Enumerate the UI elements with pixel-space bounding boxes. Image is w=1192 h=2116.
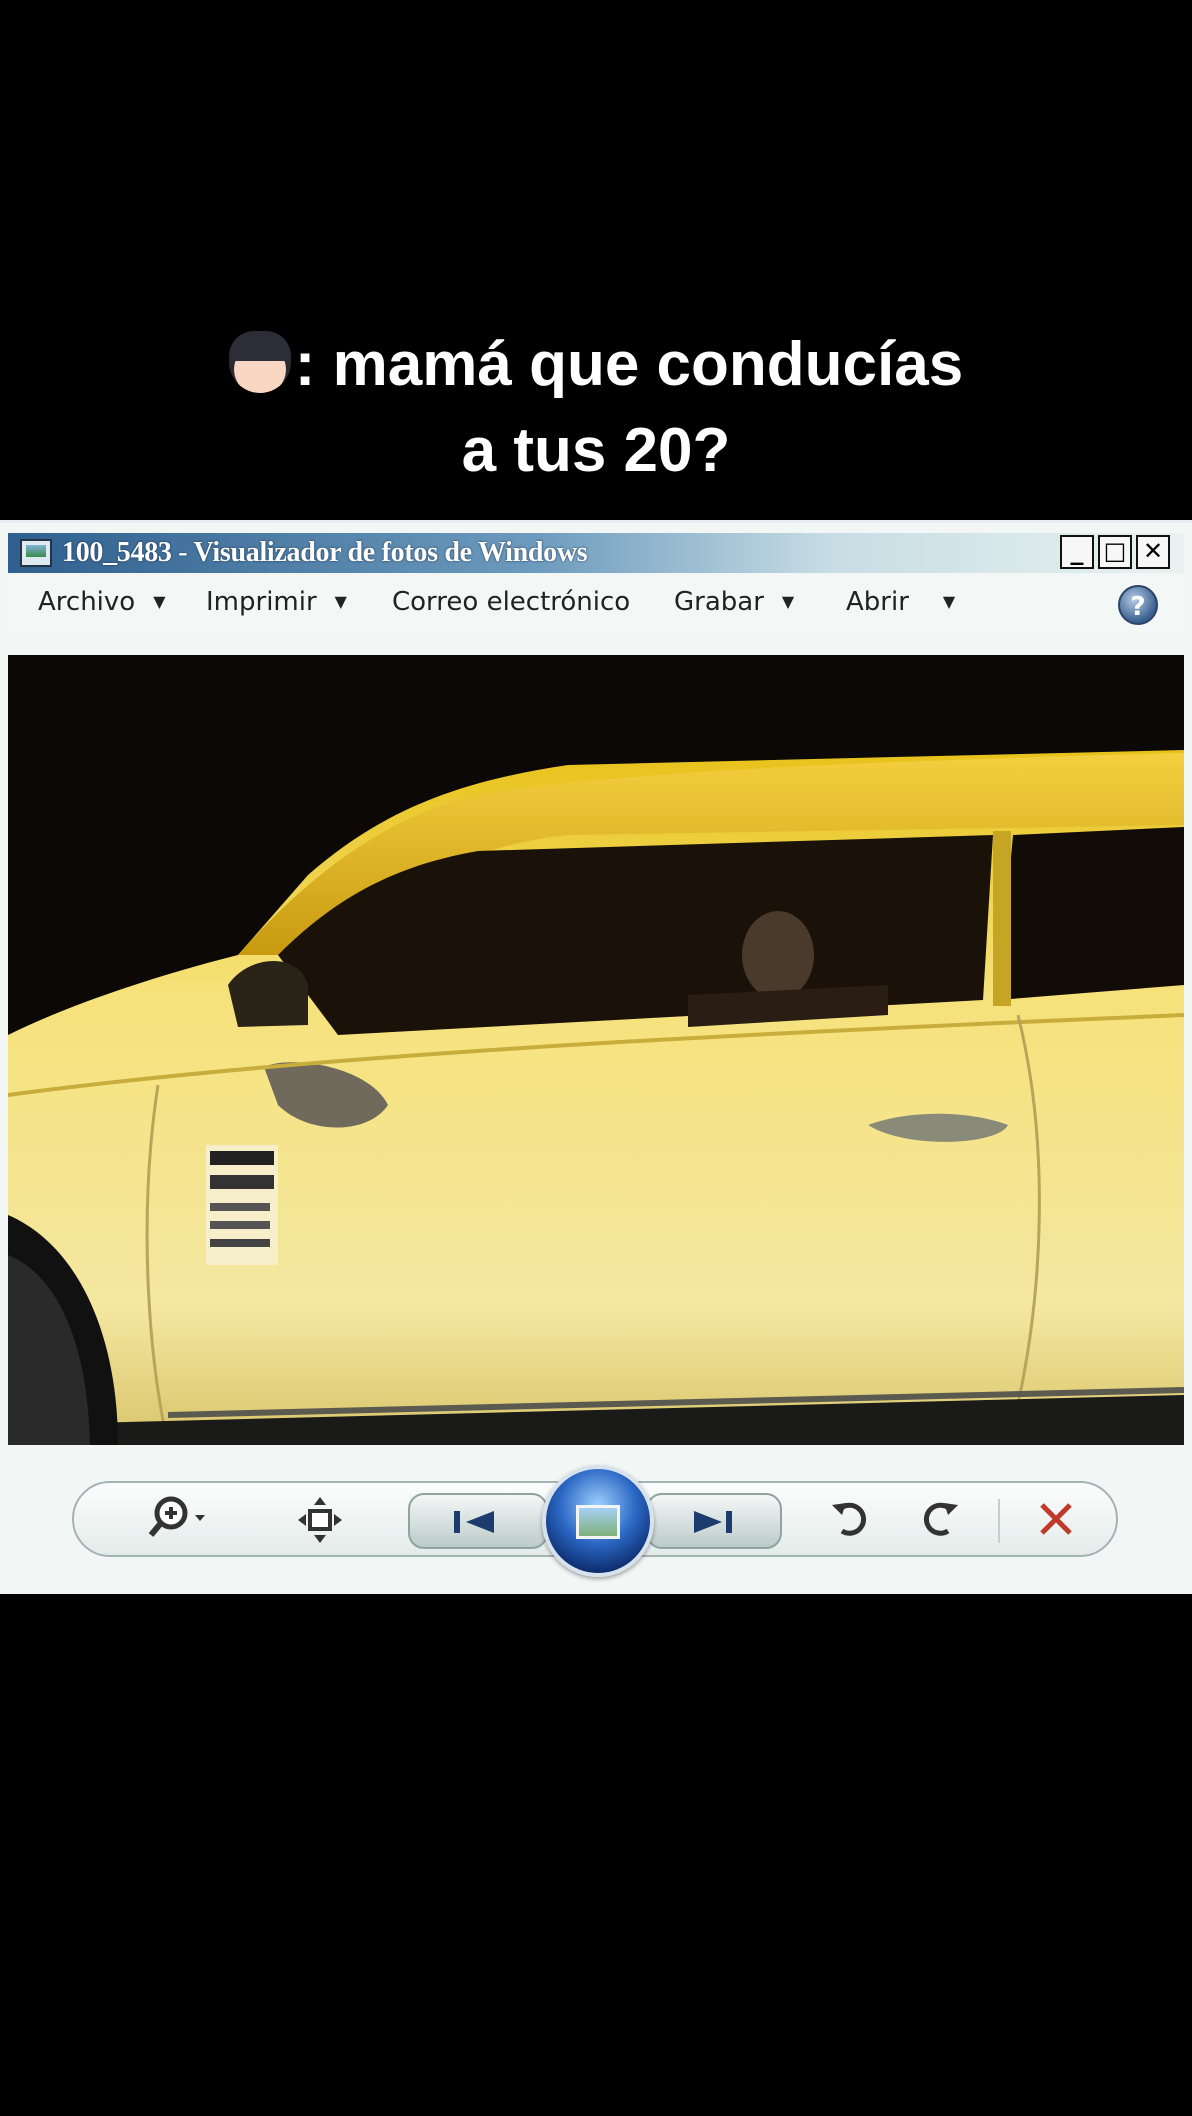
fit-window-icon[interactable] [292,1483,348,1555]
rotate-right-icon[interactable] [906,1483,970,1555]
next-icon [694,1511,732,1533]
minimize-button[interactable]: _ [1060,535,1094,569]
menu-abrir[interactable]: Abrir ▼ [846,587,955,617]
help-button[interactable]: ? [1118,585,1158,625]
menu-correo-electronico[interactable]: Correo electrónico [392,587,630,617]
rotate-left-glyph [832,1502,867,1536]
video-caption: : mamá que conducías a tus 20? [0,322,1192,494]
fit-window-glyph [298,1497,342,1543]
title-bar[interactable]: 100_5483 - Visualizador de fotos de Wind… [8,533,1184,573]
next-button[interactable] [646,1493,782,1549]
rotate-left-icon[interactable] [820,1483,884,1555]
caption-line-2: a tus 20? [461,416,731,485]
zoom-icon[interactable] [134,1483,224,1555]
menu-bar: Archivo ▼ Imprimir ▼ Correo electrónico Gr… [8,575,1184,635]
previous-button[interactable] [408,1493,548,1549]
navigation-toolbar [72,1465,1118,1577]
photo-viewer-window: 100_5483 - Visualizador de fotos de Wind… [0,520,1192,1594]
close-button[interactable]: ✕ [1136,535,1170,569]
dropdown-arrow-icon: ▼ [942,592,956,611]
caption-line-1: : mamá que conducías [0,322,1192,408]
dropdown-arrow-icon: ▼ [153,592,166,611]
menu-grabar[interactable]: Grabar ▼ [674,587,794,617]
zoom-glyph [148,1496,205,1537]
boy-face-emoji-icon [228,331,291,393]
previous-icon [454,1511,494,1533]
delete-glyph [1040,1503,1072,1535]
displayed-photo [8,655,1184,1445]
slideshow-button[interactable] [542,1465,654,1577]
yellow-car-photo [8,655,1184,1445]
maximize-button[interactable]: □ [1098,535,1132,569]
menu-imprimir[interactable]: Imprimir ▼ [206,587,347,617]
rotate-right-glyph [923,1502,958,1536]
dropdown-arrow-icon: ▼ [781,592,795,611]
photo-viewer-app-icon [20,539,52,567]
slideshow-icon [576,1505,620,1539]
window-title: 100_5483 - Visualizador de fotos de Wind… [62,537,588,568]
toolbar-separator [998,1499,1000,1543]
delete-icon[interactable] [1024,1483,1088,1555]
menu-archivo[interactable]: Archivo ▼ [38,587,166,617]
dropdown-arrow-icon: ▼ [334,592,347,611]
